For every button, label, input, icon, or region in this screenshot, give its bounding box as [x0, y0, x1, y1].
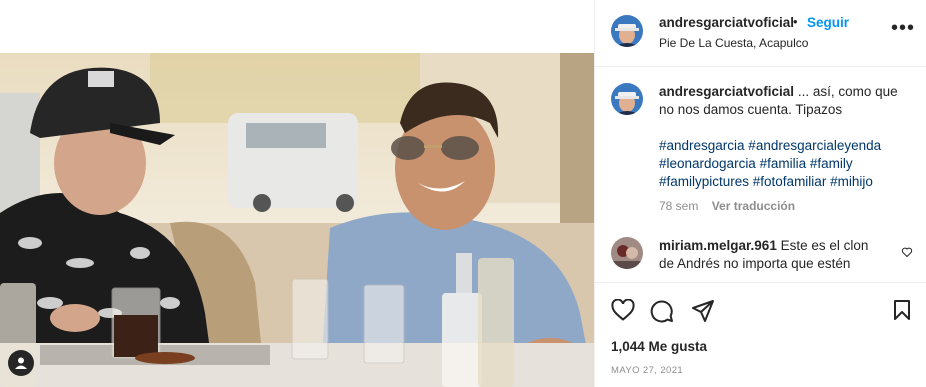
caption: andresgarciatvoficial ... así, como que … [659, 83, 909, 191]
post-media-panel [0, 0, 594, 387]
caption-time[interactable]: 78 sem [659, 199, 698, 213]
post-actions: 1,044 Me gusta MAYO 27, 2021 [595, 283, 926, 387]
comment-icon[interactable] [650, 299, 674, 328]
post-date[interactable]: MAYO 27, 2021 [611, 365, 683, 376]
author-username[interactable]: andresgarciatvoficial [659, 15, 794, 30]
caption-hashtags[interactable]: #andresgarcia #andresgarcialeyenda #leon… [659, 137, 909, 191]
header-separator: • [793, 14, 798, 29]
see-translation-button[interactable]: Ver traducción [712, 199, 795, 213]
comment: miriam.melgar.961 Este es el clon de And… [659, 237, 885, 273]
comment-button [650, 300, 673, 323]
user-icon [15, 357, 27, 369]
avatar-image [611, 15, 643, 47]
caption-meta: 78 sem Ver traducción [659, 199, 795, 213]
avatar-image [611, 83, 643, 115]
heart-icon [901, 247, 913, 258]
user-tag-button[interactable] [8, 350, 34, 376]
commenter-avatar[interactable] [611, 237, 643, 269]
photo-illustration [0, 53, 594, 387]
comments-list[interactable]: andresgarciatvoficial ... así, como que … [595, 67, 926, 282]
comment-username[interactable]: miriam.melgar.961 [659, 238, 777, 253]
avatar-image [611, 237, 643, 269]
save-button [894, 300, 910, 320]
author-avatar[interactable] [611, 15, 643, 47]
like-button [611, 298, 635, 321]
caption-username[interactable]: andresgarciatvoficial [659, 84, 794, 99]
post-location[interactable]: Pie De La Cuesta, Acapulco [659, 36, 808, 50]
likes-count[interactable]: 1,044 Me gusta [611, 339, 707, 354]
heart-icon[interactable] [611, 298, 635, 326]
follow-button[interactable]: Seguir [807, 15, 849, 30]
more-horizontal-icon[interactable]: ••• [891, 18, 915, 38]
bookmark-icon[interactable] [892, 299, 912, 326]
post-info-panel: andresgarciatvoficial • Seguir Pie De La… [594, 0, 926, 387]
caption-author-avatar[interactable] [611, 83, 643, 115]
comment-like-heart-icon[interactable] [901, 245, 913, 263]
share-icon[interactable] [691, 299, 715, 328]
share-button [692, 300, 714, 322]
post-photo[interactable] [0, 53, 594, 387]
post-header: andresgarciatvoficial • Seguir Pie De La… [595, 0, 926, 67]
